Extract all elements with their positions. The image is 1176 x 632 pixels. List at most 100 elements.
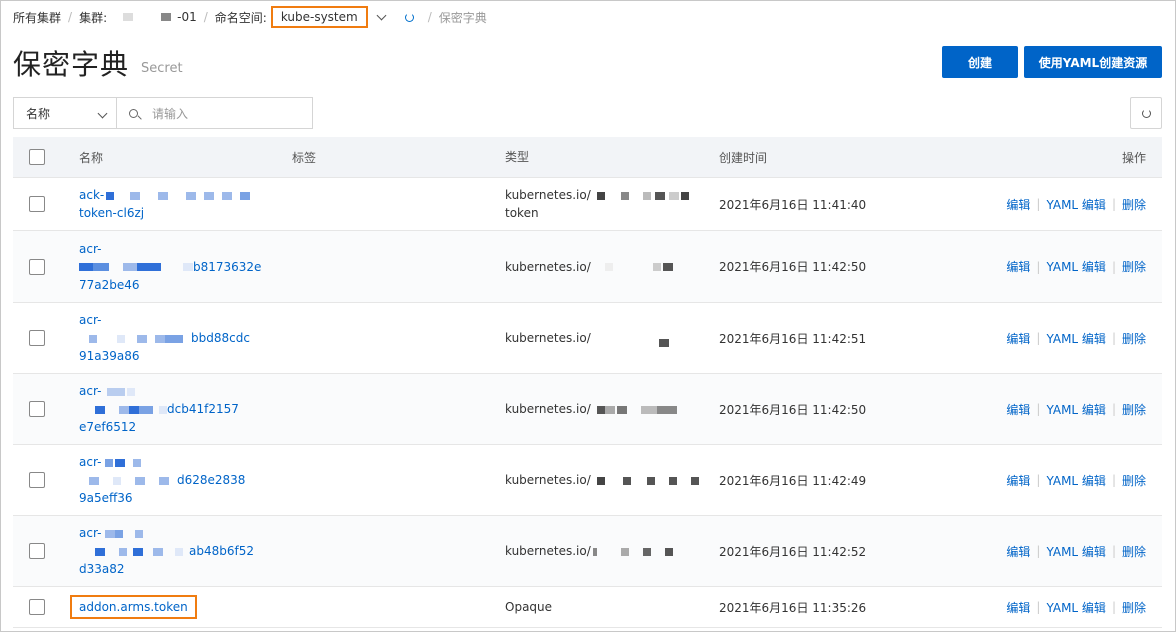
- delete-link[interactable]: 删除: [1122, 196, 1146, 213]
- created-time: 2021年6月16日 11:42:51: [719, 331, 867, 346]
- secret-name-link[interactable]: acr- b8173632e 77a2be46: [79, 231, 279, 302]
- row-checkbox[interactable]: [29, 258, 45, 275]
- breadcrumb-namespace-label: 命名空间:: [214, 10, 267, 25]
- table-row: acr- dcb41f2157 e7ef6512 kubernetes.io/ …: [13, 374, 1162, 445]
- secret-type-part: kubernetes.io/: [505, 330, 591, 345]
- edit-link[interactable]: 编辑: [1006, 472, 1030, 489]
- created-time: 2021年6月16日 11:42:52: [719, 544, 867, 559]
- secret-name-part: acr-: [79, 384, 102, 398]
- breadcrumb-cluster-suffix[interactable]: -01: [177, 10, 197, 24]
- delete-link[interactable]: 删除: [1122, 401, 1146, 418]
- breadcrumb: 所有集群 / 集群: -01 / 命名空间: kube-system / 保密字…: [13, 6, 487, 28]
- edit-link[interactable]: 编辑: [1006, 543, 1030, 560]
- column-header-tag: 标签: [292, 150, 317, 165]
- secret-type: Opaque: [505, 600, 553, 614]
- secret-type-part: kubernetes.io/: [505, 402, 591, 416]
- column-header-created: 创建时间: [719, 150, 768, 165]
- secret-name-part: acr-: [79, 241, 102, 256]
- row-checkbox[interactable]: [29, 543, 45, 559]
- breadcrumb-separator: /: [68, 10, 73, 24]
- created-time: 2021年6月16日 11:42:50: [719, 260, 867, 274]
- secret-name-link[interactable]: acr- ab48b6f52 d33a82: [79, 516, 279, 586]
- page-title: 保密字典: [13, 48, 130, 81]
- row-checkbox[interactable]: [29, 401, 45, 417]
- yaml-edit-link[interactable]: YAML 编辑: [1046, 330, 1105, 347]
- column-header-ops: 操作: [1121, 150, 1146, 165]
- secret-name-part: d628e2838: [177, 473, 246, 487]
- secret-name-part: b8173632e: [193, 259, 262, 274]
- secret-name-link[interactable]: ack- token-cl6zj: [79, 178, 279, 230]
- row-checkbox[interactable]: [29, 330, 45, 346]
- secret-name-part: acr-: [79, 455, 102, 469]
- delete-link[interactable]: 删除: [1122, 258, 1146, 275]
- secret-type: kubernetes.io/: [505, 516, 673, 586]
- edit-link[interactable]: 编辑: [1006, 599, 1030, 616]
- chevron-down-icon[interactable]: [376, 10, 387, 20]
- namespace-value: kube-system: [280, 10, 358, 24]
- secret-name-link[interactable]: addon.arms.token: [70, 587, 279, 627]
- yaml-edit-link[interactable]: YAML 编辑: [1046, 401, 1105, 418]
- yaml-edit-link[interactable]: YAML 编辑: [1046, 599, 1105, 616]
- secret-type: kubernetes.io/: [505, 303, 669, 373]
- edit-link[interactable]: 编辑: [1006, 196, 1030, 213]
- row-checkbox[interactable]: [29, 472, 45, 488]
- masked-cluster-name: [123, 13, 134, 21]
- edit-link[interactable]: 编辑: [1006, 258, 1030, 275]
- row-checkbox[interactable]: [29, 599, 45, 615]
- create-button[interactable]: 创建: [942, 46, 1018, 78]
- row-actions: 编辑 | YAML 编辑 | 删除: [1006, 543, 1146, 560]
- yaml-edit-link[interactable]: YAML 编辑: [1046, 258, 1105, 275]
- search-field-value: 名称: [26, 106, 51, 121]
- refresh-icon[interactable]: [404, 12, 414, 22]
- created-time: 2021年6月16日 11:42:49: [719, 473, 867, 488]
- row-actions: 编辑 | YAML 编辑 | 删除: [1006, 330, 1146, 347]
- breadcrumb-all-clusters[interactable]: 所有集群: [13, 9, 61, 26]
- yaml-edit-link[interactable]: YAML 编辑: [1046, 196, 1105, 213]
- secret-type: kubernetes.io/: [505, 374, 677, 444]
- yaml-edit-link[interactable]: YAML 编辑: [1046, 543, 1105, 560]
- secret-type-part: kubernetes.io/: [505, 188, 591, 202]
- secret-name-part: d33a82: [79, 562, 125, 576]
- search-field-select[interactable]: 名称: [14, 98, 117, 128]
- secret-name-part: bbd88cdc: [191, 331, 250, 345]
- yaml-create-button[interactable]: 使用YAML创建资源: [1024, 46, 1162, 78]
- secret-type-part: kubernetes.io/: [505, 259, 591, 274]
- row-actions: 编辑 | YAML 编辑 | 删除: [1006, 196, 1146, 213]
- select-all-checkbox[interactable]: [29, 149, 45, 165]
- secret-name-link[interactable]: acr- bbd88cdc 91a39a86: [79, 303, 279, 373]
- search-input[interactable]: 请输入: [117, 98, 312, 128]
- secret-name-part: dcb41f2157: [167, 402, 239, 416]
- delete-link[interactable]: 删除: [1122, 472, 1146, 489]
- table-row: addon.arms.token Opaque 2021年6月16日 11:35…: [13, 587, 1162, 628]
- row-checkbox[interactable]: [29, 196, 45, 212]
- breadcrumb-cluster-label: 集群:: [79, 10, 108, 25]
- secret-type: kubernetes.io/: [505, 445, 699, 515]
- created-time: 2021年6月16日 11:35:26: [719, 600, 867, 615]
- column-header-type: 类型: [505, 150, 530, 164]
- column-header-name: 名称: [79, 150, 104, 165]
- created-time: 2021年6月16日 11:42:50: [719, 402, 867, 417]
- secret-type-part: kubernetes.io/: [505, 473, 591, 487]
- secret-name-part: ab48b6f52: [189, 544, 254, 558]
- edit-link[interactable]: 编辑: [1006, 401, 1030, 418]
- page-subtitle: Secret: [141, 61, 183, 76]
- search-bar: 名称 请输入: [13, 97, 313, 129]
- yaml-edit-link[interactable]: YAML 编辑: [1046, 472, 1105, 489]
- edit-link[interactable]: 编辑: [1006, 330, 1030, 347]
- secret-type: kubernetes.io/: [505, 231, 673, 302]
- row-actions: 编辑 | YAML 编辑 | 删除: [1006, 258, 1146, 275]
- delete-link[interactable]: 删除: [1122, 599, 1146, 616]
- refresh-icon: [1141, 108, 1151, 118]
- delete-link[interactable]: 删除: [1122, 543, 1146, 560]
- secret-type: kubernetes.io/ token: [505, 178, 689, 230]
- refresh-button[interactable]: [1130, 97, 1162, 129]
- search-icon: [129, 108, 138, 118]
- table-row: acr- d628e2838 9a5eff36 kubernetes.io/ 2…: [13, 445, 1162, 516]
- secret-name-link[interactable]: acr- dcb41f2157 e7ef6512: [79, 374, 279, 444]
- secret-name-part: e7ef6512: [79, 420, 137, 434]
- namespace-select[interactable]: kube-system: [270, 6, 368, 28]
- row-actions: 编辑 | YAML 编辑 | 删除: [1006, 599, 1146, 616]
- secret-name-link[interactable]: acr- d628e2838 9a5eff36: [79, 445, 279, 515]
- delete-link[interactable]: 删除: [1122, 330, 1146, 347]
- secret-name-part: acr-: [79, 313, 102, 327]
